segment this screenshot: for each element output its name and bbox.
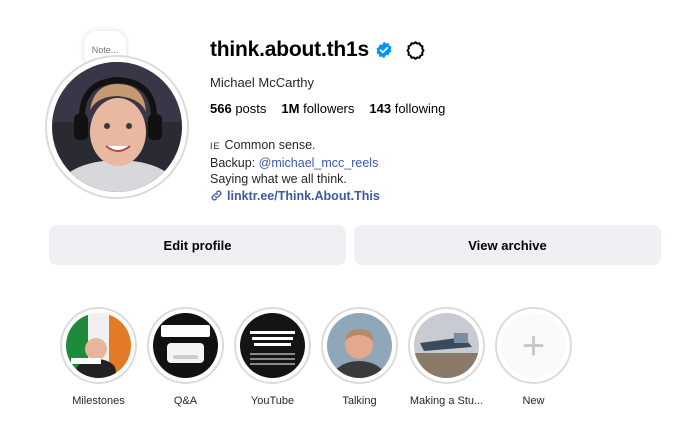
note-label: Note...	[91, 44, 119, 55]
profile-stats: 566 posts 1M followers 143 following	[210, 101, 445, 116]
bio-mention-link[interactable]: @michael_mcc_reels	[259, 156, 379, 170]
highlight-thumbnail	[327, 313, 392, 378]
highlight-ring	[408, 307, 485, 384]
bio-line-3: Saying what we all think.	[210, 172, 347, 186]
view-archive-button[interactable]: View archive	[354, 225, 661, 265]
followers-label: followers	[303, 101, 355, 116]
following-stat[interactable]: 143 following	[369, 101, 445, 116]
link-icon	[211, 190, 222, 201]
highlight-thumbnail	[414, 313, 479, 378]
highlight-ring: +	[495, 307, 572, 384]
bio-external-link[interactable]: linktr.ee/Think.About.This	[210, 188, 380, 205]
bio-backup-prefix: Backup:	[210, 155, 256, 170]
highlight-thumbnail	[240, 313, 305, 378]
full-name: Michael McCarthy	[210, 75, 315, 90]
highlight-label: Milestones	[72, 395, 125, 407]
highlight-youtube[interactable]: YouTube	[234, 307, 311, 407]
highlight-ring	[147, 307, 224, 384]
highlight-label: Making a Stu...	[409, 395, 484, 407]
highlight-ring	[321, 307, 398, 384]
posts-stat: 566 posts	[210, 101, 266, 116]
bio-line-1: IE Common sense.	[210, 137, 380, 155]
new-highlight-circle: +	[501, 313, 566, 378]
posts-label: posts	[235, 101, 267, 116]
settings-gear-icon[interactable]	[405, 40, 426, 61]
highlight-new[interactable]: + New	[495, 307, 572, 407]
edit-profile-button[interactable]: Edit profile	[49, 225, 346, 265]
bio-link-text: linktr.ee/Think.About.This	[227, 188, 380, 203]
posts-count: 566	[210, 101, 232, 116]
followers-count: 1M	[281, 101, 300, 116]
ireland-flag-icon: IE	[210, 141, 221, 151]
profile-avatar[interactable]	[45, 55, 189, 199]
highlight-making-a-studio[interactable]: Making a Stu...	[408, 307, 485, 407]
highlight-ring	[60, 307, 137, 384]
username-row: think.about.th1s	[210, 38, 426, 62]
story-highlights: Milestones Q&A YouTube Talking Making a …	[60, 307, 572, 407]
username: think.about.th1s	[210, 38, 369, 61]
highlight-qa[interactable]: Q&A	[147, 307, 224, 407]
highlight-ring	[234, 307, 311, 384]
highlight-label: YouTube	[250, 395, 295, 407]
followers-stat[interactable]: 1M followers	[281, 101, 354, 116]
following-label: following	[394, 101, 446, 116]
highlight-milestones[interactable]: Milestones	[60, 307, 137, 407]
plus-icon: +	[521, 323, 546, 368]
avatar-image	[52, 62, 182, 192]
following-count: 143	[369, 101, 392, 116]
bio-line-1-text: Common sense.	[224, 138, 316, 152]
highlight-thumbnail	[66, 313, 131, 378]
highlight-label: Q&A	[173, 395, 198, 407]
profile-bio: IE Common sense. Backup: @michael_mcc_ree…	[210, 137, 380, 204]
highlight-talking[interactable]: Talking	[321, 307, 398, 407]
verified-badge-icon	[376, 41, 392, 59]
bio-line-2: Backup: @michael_mcc_reels	[210, 155, 380, 172]
highlight-thumbnail	[153, 313, 218, 378]
highlight-label: New	[522, 395, 545, 407]
highlight-label: Talking	[342, 395, 377, 407]
